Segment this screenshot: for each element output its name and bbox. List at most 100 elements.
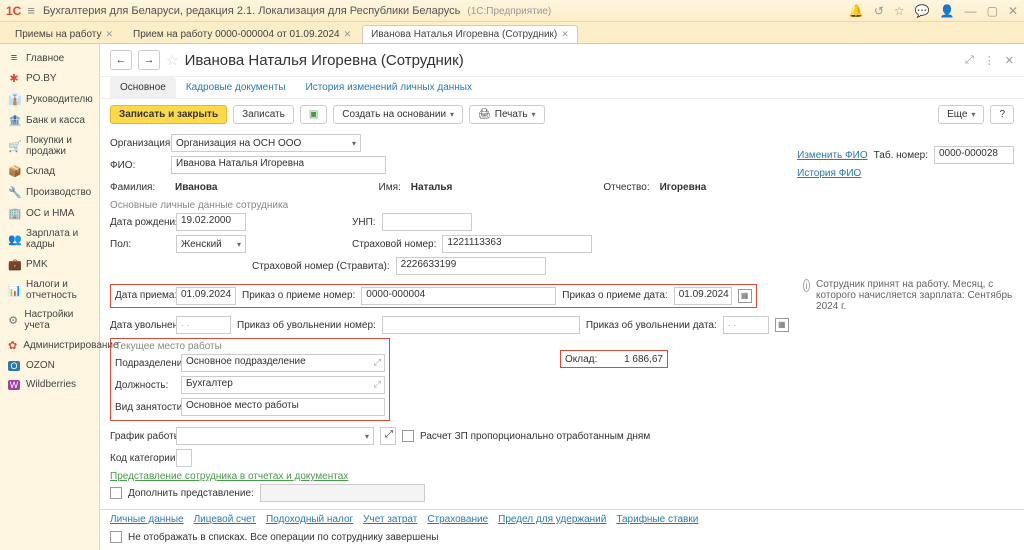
fire-date-label: Дата увольнения:	[110, 320, 170, 331]
org-select[interactable]: Организация на ОСН ООО	[171, 134, 361, 152]
fio-input[interactable]: Иванова Наталья Игоревна	[171, 156, 386, 174]
ins-num-input[interactable]: 1221113363	[442, 235, 592, 253]
suppl-label: Дополнить представление:	[128, 488, 254, 499]
suppl-input[interactable]	[260, 484, 425, 502]
save-button[interactable]: Записать	[233, 105, 294, 124]
maximize-icon[interactable]: ▢	[987, 4, 998, 18]
sidebar-item-hr[interactable]: 👥Зарплата и кадры	[0, 224, 99, 254]
workplace-section-header: Текущее место работы	[115, 341, 385, 352]
order-num-input[interactable]: 0000-000004	[361, 287, 556, 305]
footer-link-rates[interactable]: Тарифные ставки	[616, 514, 698, 525]
close-icon[interactable]: ✕	[1008, 4, 1018, 18]
history-icon[interactable]: ↺	[874, 4, 884, 18]
sidebar-item-bank[interactable]: 🏦Банк и касса	[0, 110, 99, 131]
gear-icon: ⚙	[8, 314, 18, 327]
print-button[interactable]: 🖨Печать▾	[469, 105, 544, 124]
close-icon[interactable]: ✕	[105, 29, 113, 40]
salary-label: Оклад:	[565, 354, 597, 365]
gender-select[interactable]: Женский	[176, 235, 246, 253]
tab-employee[interactable]: Иванова Наталья Игоревна (Сотрудник)✕	[362, 25, 578, 43]
more-button[interactable]: Еще▾	[938, 105, 984, 124]
hire-date-input[interactable]: 01.09.2024	[176, 287, 236, 305]
sidebar-item-ozon[interactable]: OOZON	[0, 356, 99, 375]
copy-button[interactable]: ▣	[300, 105, 327, 124]
hire-date-label: Дата приема:	[115, 290, 170, 301]
schedule-select[interactable]	[176, 427, 374, 445]
fire-order-date-input[interactable]: . .	[723, 316, 769, 334]
favorite-icon[interactable]: ☆	[166, 52, 179, 69]
home-icon: ≡	[8, 52, 20, 64]
surname-label: Фамилия:	[110, 182, 165, 193]
briefcase-icon: 👔	[8, 93, 20, 106]
order-date-input[interactable]: 01.09.2024	[674, 287, 732, 305]
category-input[interactable]	[176, 449, 192, 467]
back-button[interactable]: ←	[110, 50, 132, 70]
footer-link-personal[interactable]: Личные данные	[110, 514, 184, 525]
schedule-lookup[interactable]: ⤢	[380, 427, 396, 445]
hide-checkbox[interactable]	[110, 531, 122, 543]
ins-strav-input[interactable]: 2226633199	[396, 257, 546, 275]
menu-icon[interactable]: ≡	[27, 3, 35, 18]
sidebar-item-manager[interactable]: 👔Руководителю	[0, 89, 99, 110]
sidebar-item-taxes[interactable]: 📊Налоги и отчетность	[0, 275, 99, 305]
create-based-button[interactable]: Создать на основании▾	[333, 105, 463, 124]
help-button[interactable]: ?	[990, 105, 1014, 124]
more-icon[interactable]: ⋮	[984, 54, 995, 67]
close-icon[interactable]: ✕	[344, 29, 352, 40]
sidebar-item-settings[interactable]: ⚙Настройки учета	[0, 305, 99, 335]
tab-hire-doc[interactable]: Прием на работу 0000-000004 от 01.09.202…	[124, 25, 360, 43]
ins-strav-label: Страховой номер (Стравита):	[252, 261, 390, 272]
birthdate-input[interactable]: 19.02.2000	[176, 213, 246, 231]
suppl-checkbox[interactable]	[110, 487, 122, 499]
dept-input[interactable]: Основное подразделение⤢	[181, 354, 385, 372]
footer-link-insurance[interactable]: Страхование	[427, 514, 488, 525]
fire-date-input[interactable]: . .	[176, 316, 231, 334]
wb-icon: W	[8, 380, 20, 390]
position-input[interactable]: Бухгалтер⤢	[181, 376, 385, 394]
lookup-icon[interactable]: ⤢	[374, 379, 381, 390]
footer-link-limit[interactable]: Предел для удержаний	[498, 514, 606, 525]
name-label: Имя:	[379, 182, 401, 193]
sidebar-item-wb[interactable]: WWildberries	[0, 375, 99, 394]
user-icon[interactable]: 👤	[940, 4, 955, 18]
footer-link-costs[interactable]: Учет затрат	[363, 514, 417, 525]
document-tabs: Приемы на работу✕ Прием на работу 0000-0…	[0, 22, 1024, 44]
sidebar-item-admin[interactable]: ✿Администрирование	[0, 335, 99, 356]
close-icon[interactable]: ✕	[561, 29, 569, 40]
footer-link-tax[interactable]: Подоходный налог	[266, 514, 353, 525]
expand-icon[interactable]: ⤢	[965, 54, 974, 67]
close-icon[interactable]: ✕	[1005, 54, 1014, 67]
save-close-button[interactable]: Записать и закрыть	[110, 105, 227, 124]
calendar-icon[interactable]: ▦	[738, 289, 752, 303]
tab-hires[interactable]: Приемы на работу✕	[6, 25, 122, 43]
emp-type-input[interactable]: Основное место работы	[181, 398, 385, 416]
chat-icon[interactable]: 💬	[915, 4, 930, 18]
box-icon: 📦	[8, 165, 20, 178]
sidebar-item-pmk[interactable]: 💼PMK	[0, 254, 99, 275]
sidebar-item-poby[interactable]: ✱PO.BY	[0, 68, 99, 89]
sidebar-item-main[interactable]: ≡Главное	[0, 48, 99, 68]
tab-main[interactable]: Основное	[110, 77, 176, 98]
app-logo: 1С	[6, 4, 21, 18]
fio-label: ФИО:	[110, 160, 165, 171]
minimize-icon[interactable]: —	[965, 4, 977, 18]
calendar-icon[interactable]: ▦	[775, 318, 789, 332]
star-icon[interactable]: ☆	[894, 4, 905, 18]
prop-calc-checkbox[interactable]	[402, 430, 414, 442]
forward-button[interactable]: →	[138, 50, 160, 70]
sidebar-item-assets[interactable]: 🏢ОС и НМА	[0, 203, 99, 224]
lookup-icon[interactable]: ⤢	[374, 357, 381, 368]
sidebar-item-sales[interactable]: 🛒Покупки и продажи	[0, 131, 99, 161]
sidebar-item-stock[interactable]: 📦Склад	[0, 161, 99, 182]
fire-order-num-input[interactable]	[382, 316, 580, 334]
tab-hr-docs[interactable]: Кадровые документы	[176, 77, 296, 98]
order-num-label: Приказ о приеме номер:	[242, 290, 355, 301]
footer-link-account[interactable]: Лицевой счет	[194, 514, 256, 525]
tab-history[interactable]: История изменений личных данных	[296, 77, 482, 98]
people-icon: 👥	[8, 233, 20, 246]
personal-section-header: Основные личные данные сотрудника	[110, 200, 1014, 211]
bell-icon[interactable]: 🔔	[849, 4, 864, 18]
unp-input[interactable]	[382, 213, 472, 231]
sidebar-item-production[interactable]: 🔧Производство	[0, 182, 99, 203]
order-date-label: Приказ о приеме дата:	[562, 290, 667, 301]
